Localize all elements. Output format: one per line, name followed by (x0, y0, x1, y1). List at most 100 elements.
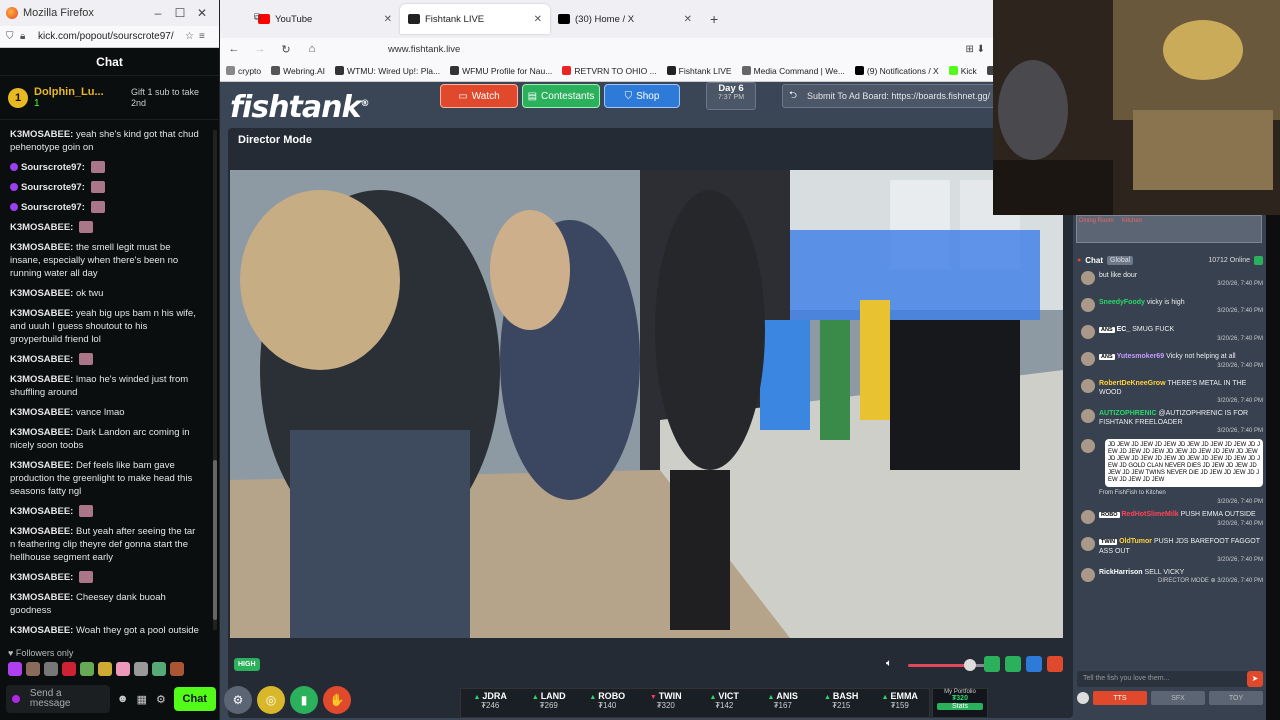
user-avatar[interactable] (1081, 439, 1095, 453)
contestant-ticker-item[interactable]: ▲ BASH ₮215 (812, 689, 871, 717)
home-icon[interactable]: ⌂ (306, 43, 318, 55)
contestant-ticker-item[interactable]: ▲ JDRA ₮246 (461, 689, 520, 717)
user-avatar[interactable] (1081, 409, 1095, 423)
bookmark-item[interactable]: WFMU Profile for Nau... (450, 66, 552, 76)
emote-icon[interactable] (170, 662, 184, 676)
chat-username[interactable]: K3MOSABEE: (10, 308, 73, 319)
user-avatar[interactable] (1081, 568, 1095, 582)
user-avatar[interactable] (1081, 271, 1095, 285)
contestant-ticker-item[interactable]: ▼ TWIN ₮320 (637, 689, 696, 717)
chat-username[interactable]: K3MOSABEE: (10, 288, 73, 299)
gift-leaderboard[interactable]: 1 Dolphin_Lu... 1 Gift 1 sub to take 2nd (0, 76, 219, 120)
stocks-icon[interactable]: ▮ (290, 686, 318, 714)
emote-icon[interactable] (62, 662, 76, 676)
chat-username[interactable]: K3MOSABEE: (10, 222, 73, 233)
message-username[interactable]: RedHotSlimeMilk (1122, 511, 1179, 518)
emote-icon[interactable] (152, 662, 166, 676)
minimize-icon[interactable]: – (147, 6, 169, 20)
chat-username[interactable]: K3MOSABEE: (10, 374, 73, 385)
star-icon[interactable]: ☆ (185, 31, 199, 42)
kick-urlbar[interactable]: ⛉ 🔒︎ kick.com/popout/sourscrote97/ ☆ ≡ (0, 26, 219, 48)
alert-icon[interactable]: ✋ (323, 686, 351, 714)
emote-icon[interactable] (116, 662, 130, 676)
menu-icon[interactable]: ≡ (199, 31, 213, 42)
chat-username[interactable]: Sourscrote97: (21, 182, 85, 193)
emote-icon[interactable] (134, 662, 148, 676)
chat-scrollbar[interactable] (213, 130, 217, 630)
chat-username[interactable]: K3MOSABEE: (10, 625, 73, 636)
back-icon[interactable]: ← (228, 43, 240, 55)
watch-button[interactable]: ▭ Watch (440, 84, 518, 108)
tab-close-icon[interactable]: ✕ (684, 14, 692, 25)
forward-icon[interactable]: → (254, 43, 266, 55)
emoji-icon[interactable]: ☻ (116, 693, 129, 705)
quality-badge[interactable]: HIGH (234, 658, 260, 671)
shop-button[interactable]: ⛉ Shop (604, 84, 680, 108)
emote-row[interactable] (8, 662, 184, 676)
stats-button[interactable]: Stats (937, 703, 983, 710)
chat-username[interactable]: K3MOSABEE: (10, 427, 73, 438)
record-icon[interactable] (1047, 656, 1063, 672)
bookmark-item[interactable]: Media Command | We... (741, 66, 845, 76)
chat-username[interactable]: K3MOSABEE: (10, 460, 73, 471)
sfx-button[interactable]: SFX (1151, 691, 1205, 705)
bookmark-item[interactable]: Fishtank LIVE (666, 66, 732, 76)
message-username[interactable]: RickHarrison (1099, 569, 1143, 576)
message-username[interactable]: Yutesmoker69 (1117, 353, 1164, 360)
user-avatar[interactable] (1081, 325, 1095, 339)
fishtank-chat-input[interactable]: Tell the fish you love them... (1077, 671, 1263, 687)
reload-icon[interactable]: ↻ (280, 43, 292, 56)
chat-username[interactable]: K3MOSABEE: (10, 592, 73, 603)
chat-username[interactable]: K3MOSABEE: (10, 526, 73, 537)
user-avatar[interactable] (1081, 379, 1095, 393)
bookmark-item[interactable]: WTMU: Wired Up!: Pla... (335, 66, 440, 76)
send-icon[interactable]: ➤ (1247, 671, 1263, 687)
tab-close-icon[interactable]: ✕ (534, 14, 542, 25)
tab-list-icon[interactable]: ⧉ (254, 12, 261, 23)
volume-knob[interactable] (964, 659, 976, 671)
settings-icon[interactable]: ⚙ (154, 693, 167, 706)
kick-url[interactable]: kick.com/popout/sourscrote97/ (38, 31, 185, 42)
maximize-icon[interactable]: ☐ (169, 6, 191, 20)
chat-username[interactable]: K3MOSABEE: (10, 506, 73, 517)
address-bar[interactable]: www.fishtank.live (388, 44, 951, 55)
browser-tab[interactable]: (30) Home / X ✕ (550, 4, 700, 34)
tts-button[interactable]: TTS (1093, 691, 1147, 705)
extensions-icon[interactable]: ⊞ ⬇ (965, 44, 985, 55)
contestant-ticker-item[interactable]: ▲ EMMA ₮159 (871, 689, 930, 717)
close-icon[interactable]: ✕ (191, 6, 213, 20)
emote-icon[interactable] (26, 662, 40, 676)
bookmark-item[interactable]: Kick (948, 66, 977, 76)
emote-icon[interactable] (98, 662, 112, 676)
ad-board-banner[interactable]: ⮌ Submit To Ad Board: https://boards.fis… (782, 84, 1002, 108)
chat-send-button[interactable]: Chat (173, 687, 216, 711)
minimap-room-kitchen[interactable]: Kitchen (1122, 218, 1142, 224)
message-username[interactable]: OldTumor (1119, 538, 1152, 545)
live-video[interactable] (230, 170, 1063, 638)
house-minimap[interactable]: Dining Room Kitchen (1076, 215, 1262, 243)
user-avatar[interactable] (1081, 537, 1095, 551)
message-input[interactable]: Send a message (6, 685, 111, 713)
browser-tab[interactable]: YouTube ✕ (250, 4, 400, 34)
fullscreen-icon[interactable] (1026, 656, 1042, 672)
pip-icon[interactable] (1005, 656, 1021, 672)
chat-username[interactable]: Sourscrote97: (21, 202, 85, 213)
scrollbar-thumb[interactable] (213, 460, 217, 620)
coins-icon[interactable]: ◎ (257, 686, 285, 714)
chat-username[interactable]: K3MOSABEE: (10, 572, 73, 583)
message-username[interactable]: AUTIZOPHRENIC (1099, 410, 1157, 417)
chat-settings-icon[interactable] (1254, 255, 1263, 265)
volume-icon[interactable]: 🔈︎ (886, 658, 892, 669)
chat-username[interactable]: K3MOSABEE: (10, 354, 73, 365)
contestant-ticker-item[interactable]: ▲ ROBO ₮140 (578, 689, 637, 717)
back-arrow-icon[interactable]: ⮌ (789, 88, 797, 105)
user-avatar[interactable] (1081, 298, 1095, 312)
screenshot-icon[interactable] (984, 656, 1000, 672)
user-avatar[interactable] (1081, 510, 1095, 524)
emote-icon[interactable] (44, 662, 58, 676)
gift-icon[interactable]: ▦ (135, 693, 148, 706)
contestant-ticker-item[interactable]: ▲ ANIS ₮167 (754, 689, 813, 717)
chat-username[interactable]: K3MOSABEE: (10, 242, 73, 253)
minimap-room-dining[interactable]: Dining Room (1079, 218, 1114, 224)
toy-button[interactable]: TOY (1209, 691, 1263, 705)
